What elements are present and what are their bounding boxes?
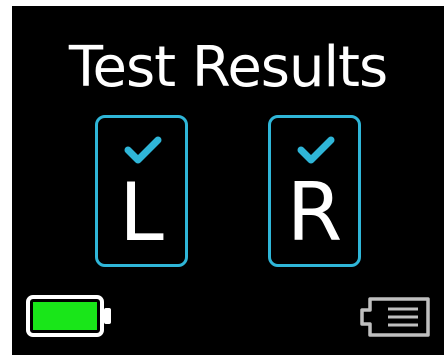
page-title: Test Results bbox=[68, 35, 388, 100]
right-ear-label: R bbox=[286, 166, 343, 259]
device-screen: Test Results L R bbox=[12, 6, 444, 355]
checkmark-icon bbox=[124, 136, 162, 164]
left-ear-result-card: L bbox=[95, 115, 188, 267]
battery-icon bbox=[26, 295, 111, 337]
sd-card-icon bbox=[360, 297, 430, 337]
battery-level-fill bbox=[33, 302, 97, 330]
left-ear-label: L bbox=[119, 166, 164, 259]
checkmark-icon bbox=[297, 136, 335, 164]
right-ear-result-card: R bbox=[268, 115, 361, 267]
